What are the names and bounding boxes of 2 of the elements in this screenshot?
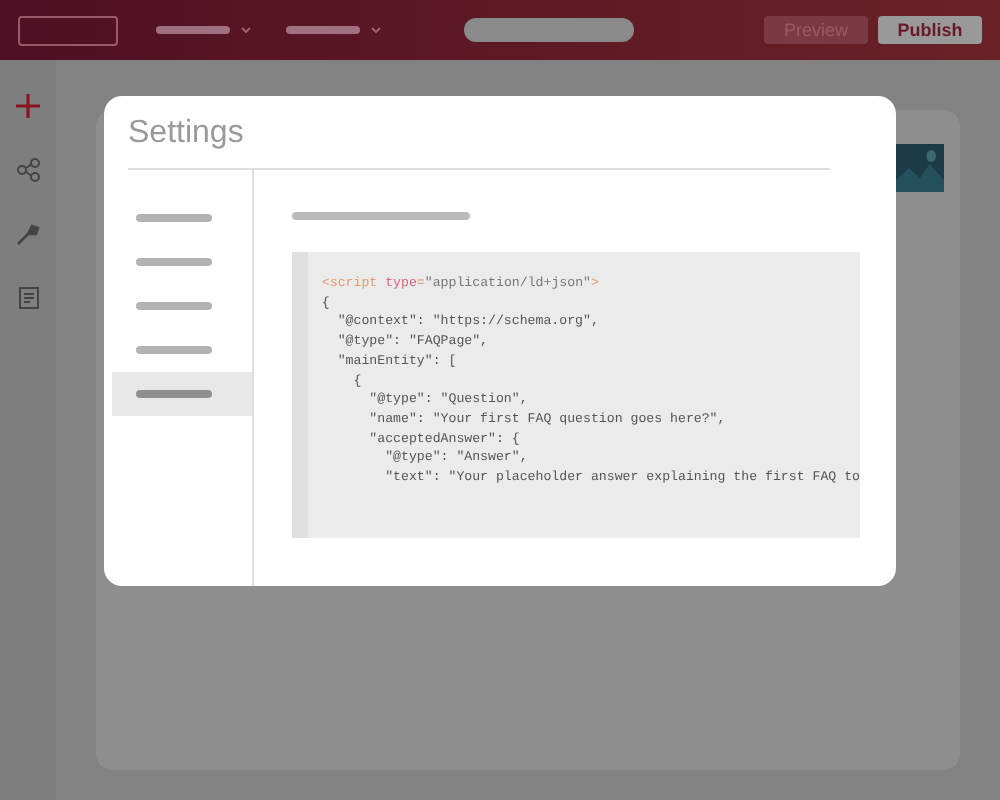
toolbar-button[interactable]: Publish xyxy=(878,16,982,44)
dialog-title: Settings xyxy=(128,96,830,170)
